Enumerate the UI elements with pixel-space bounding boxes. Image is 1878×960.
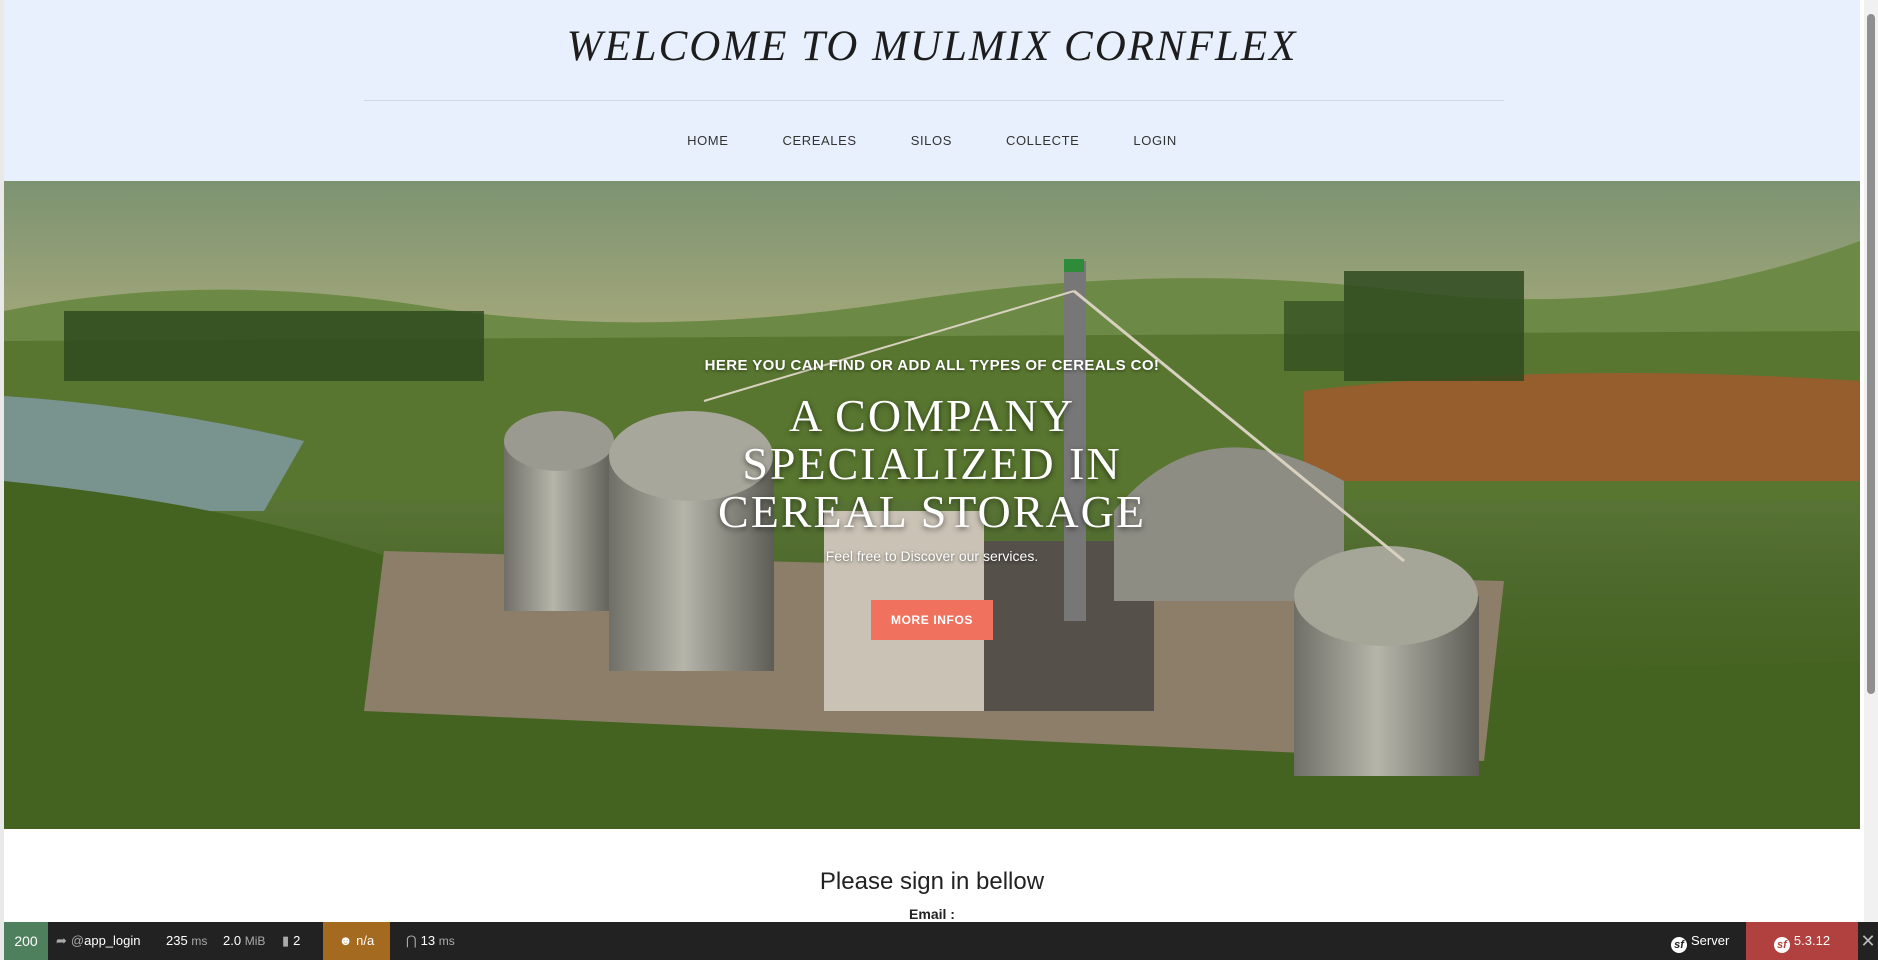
symfony-icon: sf: [1671, 937, 1687, 953]
memory-value: 2.0: [223, 933, 242, 948]
cache-icon: ▮: [282, 933, 290, 948]
symfony-logo-icon: sf: [1773, 937, 1790, 953]
hero-eyebrow: HERE YOU CAN FIND OR ADD ALL TYPES OF CE…: [704, 357, 1160, 374]
hero-heading: A COMPANY SPECIALIZED IN CEREAL STORAGE: [718, 390, 1146, 537]
nav-login[interactable]: LOGIN: [1133, 133, 1176, 148]
twig-render-time[interactable]: ⋂ 13 ms: [406, 922, 455, 960]
more-infos-button[interactable]: MORE INFOS: [870, 600, 993, 640]
server-info[interactable]: sf Server: [1671, 922, 1729, 960]
site-header: WELCOME TO MULMIX CORNFLEX HOME CEREALES…: [4, 0, 1860, 181]
site-title: WELCOME TO MULMIX CORNFLEX: [566, 23, 1298, 70]
status-code-badge[interactable]: 200: [4, 922, 48, 960]
security-user[interactable]: ☻ n/a: [323, 922, 390, 960]
twig-value: 13: [420, 933, 436, 948]
server-label: Server: [1691, 933, 1730, 948]
email-label: Email :: [909, 906, 955, 922]
redirect-icon: ➦: [56, 933, 67, 948]
user-value: n/a: [356, 933, 375, 948]
route-prefix: @: [70, 933, 85, 948]
signin-title: Please sign in bellow: [819, 868, 1045, 895]
scrollbar-thumb[interactable]: [1867, 14, 1875, 694]
version-value: 5.3.12: [1793, 933, 1831, 948]
hero-content: HERE YOU CAN FIND OR ADD ALL TYPES OF CE…: [4, 357, 1860, 640]
main-nav: HOME CEREALES SILOS COLLECTE LOGIN: [4, 133, 1860, 148]
debug-toolbar: 200 ➦ @app_login 235 ms 2.0 MiB ▮ 2 ☻ n/a …: [4, 922, 1878, 960]
nav-cereales[interactable]: CEREALES: [783, 133, 857, 148]
request-time[interactable]: 235 ms: [166, 922, 207, 960]
symfony-version[interactable]: sf 5.3.12: [1746, 922, 1858, 960]
twig-unit: ms: [438, 934, 455, 948]
request-time-unit: ms: [191, 934, 208, 948]
cache-calls[interactable]: ▮ 2: [282, 922, 300, 960]
request-time-value: 235: [166, 933, 188, 948]
hero-banner: HERE YOU CAN FIND OR ADD ALL TYPES OF CE…: [4, 181, 1860, 829]
memory-usage[interactable]: 2.0 MiB: [223, 922, 265, 960]
user-icon: ☻: [338, 933, 353, 948]
nav-home[interactable]: HOME: [687, 133, 728, 148]
nav-silos[interactable]: SILOS: [911, 133, 952, 148]
nav-collecte[interactable]: COLLECTE: [1006, 133, 1079, 148]
hero-subtitle: Feel free to Discover our services.: [825, 548, 1039, 564]
twig-icon: ⋂: [406, 933, 417, 948]
page-scrollbar[interactable]: [1864, 0, 1878, 922]
close-icon[interactable]: ✕: [1858, 922, 1878, 960]
route-name: app_login: [84, 933, 141, 948]
title-divider: [364, 100, 1504, 101]
memory-unit: MiB: [244, 934, 266, 948]
route-info[interactable]: ➦ @app_login: [56, 922, 141, 960]
cache-count: 2: [293, 933, 301, 948]
